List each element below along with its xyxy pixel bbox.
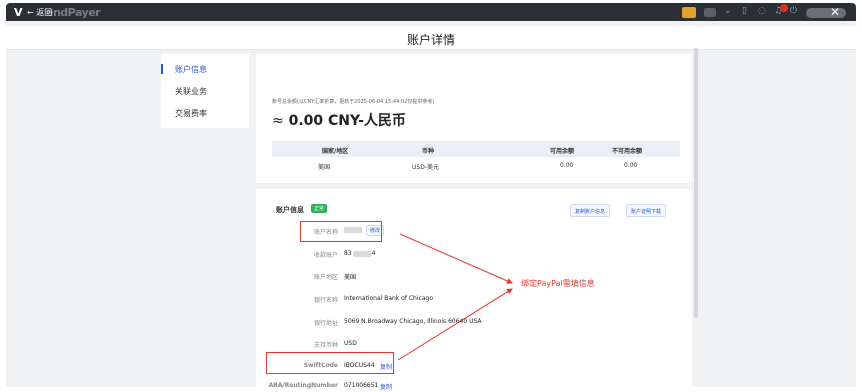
screenshot-frame: VendPayer ← 返回 ⌄ ▯ ◌ ♫ ⏻ ✕ 账户详情 账户信息 关联业… (0, 0, 862, 392)
arrow-bottom (397, 288, 513, 361)
annotation-text: 绑定PayPal需填信息 (521, 279, 595, 288)
annotation-arrows (397, 233, 513, 361)
arrow-top (399, 233, 513, 284)
